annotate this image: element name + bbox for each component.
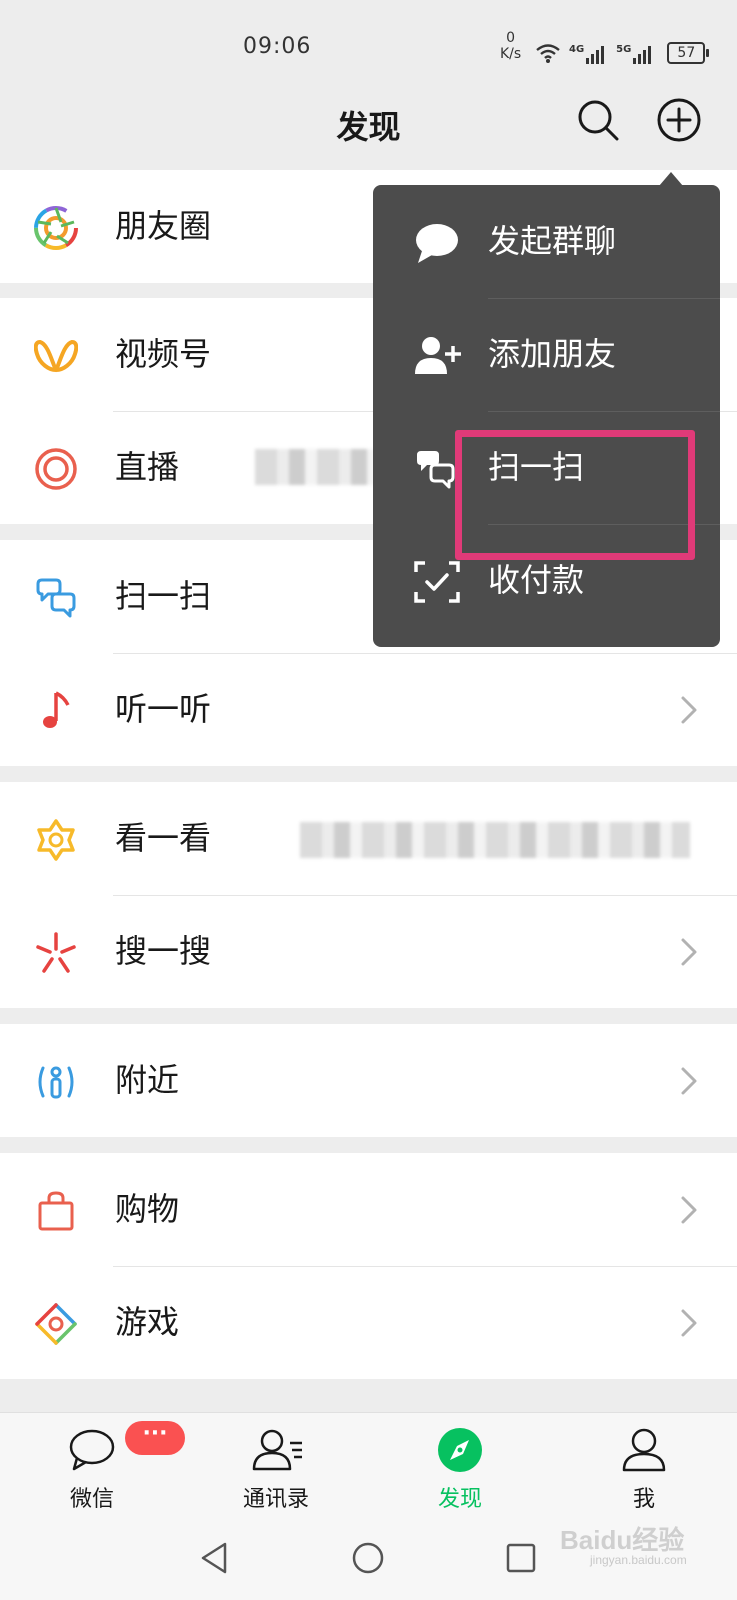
divider	[488, 411, 720, 412]
watermark-brand: Baidu经验	[560, 1525, 685, 1555]
page-title: 发现	[336, 108, 401, 146]
popup-caret	[659, 172, 683, 186]
chevron-right-icon	[681, 696, 697, 724]
list-item-label: 扫一扫	[115, 577, 212, 615]
status-icons: 4G 5G 57	[535, 36, 710, 64]
list-item-label: 搜一搜	[115, 932, 212, 970]
live-icon	[35, 448, 77, 490]
channels-butterfly-icon	[34, 340, 78, 372]
unread-badge: ···	[125, 1421, 185, 1455]
recents-square-icon[interactable]	[503, 1540, 539, 1576]
list-item-games[interactable]: 游戏	[0, 1266, 737, 1379]
tab-label: 发现	[437, 1487, 482, 1512]
chat-icon	[69, 1429, 115, 1471]
list-item-shopping[interactable]: 购物	[0, 1153, 737, 1266]
list-item-nearby[interactable]: 附近	[0, 1024, 737, 1137]
list-group-shopping: 购物 游戏	[0, 1153, 737, 1379]
person-icon	[622, 1428, 666, 1472]
contacts-icon	[252, 1429, 302, 1471]
shopping-bag-icon	[38, 1191, 74, 1231]
network-speed: 0 K/s	[500, 30, 522, 62]
status-time: 09:06	[243, 34, 312, 59]
compass-icon	[438, 1428, 482, 1472]
home-circle-icon[interactable]	[350, 1540, 386, 1576]
divider	[113, 1266, 737, 1267]
moments-aperture-icon	[34, 206, 78, 250]
list-group-stories: 看一看 搜一搜	[0, 782, 737, 1008]
list-item-label: 视频号	[115, 335, 212, 373]
tab-discover[interactable]: 发现	[390, 1413, 530, 1523]
music-note-icon	[43, 691, 70, 728]
signal-5g-icon: 5G	[616, 44, 655, 64]
signal-4g-icon: 4G	[569, 44, 608, 64]
payment-icon	[414, 561, 460, 603]
divider	[113, 895, 737, 896]
chat-bubble-icon	[416, 224, 458, 263]
scan-icon	[36, 578, 76, 618]
tab-contacts[interactable]: 通讯录	[206, 1413, 346, 1523]
search-sparkle-icon	[36, 932, 76, 973]
divider	[488, 298, 720, 299]
blurred-content	[255, 449, 375, 485]
blurred-content	[300, 822, 690, 858]
top-stories-star-icon	[37, 819, 75, 861]
chevron-right-icon	[681, 938, 697, 966]
divider	[113, 653, 737, 654]
list-item-label: 购物	[115, 1190, 180, 1228]
tab-bar: ··· 微信 通讯录 发现 我	[0, 1412, 737, 1522]
list-item-label: 听一听	[115, 690, 212, 728]
list-item-label: 游戏	[115, 1303, 180, 1341]
list-item-top-stories[interactable]: 看一看	[0, 782, 737, 895]
tab-label: 通讯录	[242, 1487, 309, 1512]
menu-item-label: 发起群聊	[488, 222, 617, 260]
nearby-person-icon	[38, 1066, 74, 1099]
tab-me[interactable]: 我	[574, 1413, 714, 1523]
menu-item-add-friend[interactable]: 添加朋友	[373, 298, 720, 411]
battery-icon: 57	[667, 42, 710, 64]
list-item-listen[interactable]: 听一听	[0, 653, 737, 766]
menu-item-label: 收付款	[488, 561, 585, 599]
menu-item-label: 添加朋友	[488, 335, 617, 373]
scan-icon	[417, 451, 455, 489]
chevron-right-icon	[681, 1067, 697, 1095]
popup-menu: 发起群聊 添加朋友 扫一扫 收付款	[373, 185, 720, 647]
tab-chats[interactable]: ··· 微信	[22, 1413, 185, 1523]
chevron-right-icon	[681, 1309, 697, 1337]
list-item-search[interactable]: 搜一搜	[0, 895, 737, 1008]
header: 发现	[0, 90, 737, 170]
highlight-box	[455, 430, 695, 560]
search-icon[interactable]	[576, 98, 620, 142]
back-triangle-icon[interactable]	[197, 1540, 233, 1576]
menu-item-group-chat[interactable]: 发起群聊	[373, 185, 720, 298]
games-diamond-icon	[35, 1303, 77, 1345]
list-group-nearby: 附近	[0, 1024, 737, 1137]
watermark-url: jingyan.baidu.com	[590, 1553, 687, 1567]
list-item-label: 看一看	[115, 819, 212, 857]
status-bar: 09:06 0 K/s 4G 5G 57	[0, 0, 737, 90]
wifi-icon	[536, 44, 560, 63]
list-item-label: 附近	[115, 1061, 180, 1099]
plus-circle-icon[interactable]	[655, 96, 703, 144]
add-friend-icon	[415, 337, 461, 374]
tab-label: 我	[632, 1487, 655, 1512]
list-item-label: 直播	[115, 448, 180, 486]
list-item-label: 朋友圈	[115, 207, 212, 245]
chevron-right-icon	[681, 1196, 697, 1224]
tab-label: 微信	[69, 1487, 114, 1512]
